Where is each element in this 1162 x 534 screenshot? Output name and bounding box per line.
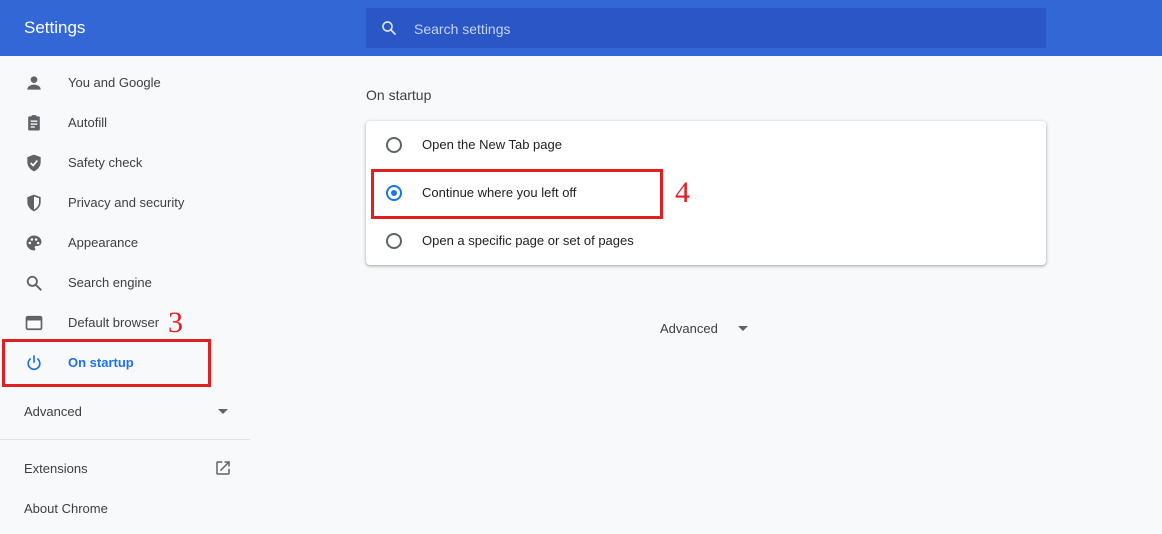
radio-button[interactable] xyxy=(386,233,402,249)
search-input[interactable] xyxy=(412,8,1016,50)
sidebar-advanced-toggle[interactable]: Advanced xyxy=(0,392,250,432)
radio-option-label: Open the New Tab page xyxy=(422,137,562,152)
sidebar-about-label: About Chrome xyxy=(24,501,108,516)
annotation-box-step-4 xyxy=(371,169,663,219)
sidebar-item-safety-check[interactable]: Safety check xyxy=(0,143,250,183)
sidebar-about-chrome[interactable]: About Chrome xyxy=(0,488,250,528)
advanced-label: Advanced xyxy=(660,321,718,336)
top-toolbar: Settings xyxy=(0,0,1162,56)
sidebar-extensions-link[interactable]: Extensions xyxy=(0,448,250,488)
app-title: Settings xyxy=(24,18,86,37)
sidebar-item-label: Autofill xyxy=(68,115,108,130)
radio-option-label: Open a specific page or set of pages xyxy=(422,233,634,248)
sidebar-extensions-label: Extensions xyxy=(24,461,88,476)
person-icon xyxy=(27,76,41,90)
search-icon xyxy=(26,275,42,291)
annotation-box-step-3 xyxy=(2,339,211,387)
shield-check-icon xyxy=(27,154,41,172)
sidebar-item-autofill[interactable]: Autofill xyxy=(0,103,250,143)
sidebar-item-label: Search engine xyxy=(68,275,152,290)
sidebar-item-label: You and Google xyxy=(68,75,161,90)
sidebar-divider xyxy=(0,439,250,440)
chevron-down-icon xyxy=(738,326,748,331)
clipboard-icon xyxy=(28,115,40,131)
browser-icon xyxy=(25,315,43,331)
sidebar-item-label: Safety check xyxy=(68,155,143,170)
annotation-number-3: 3 xyxy=(168,306,183,339)
palette-icon xyxy=(26,235,42,251)
advanced-toggle[interactable]: Advanced xyxy=(640,316,780,344)
section-title: On startup xyxy=(366,87,432,103)
chevron-down-icon xyxy=(218,409,228,414)
open-in-new-icon xyxy=(216,461,230,475)
sidebar-advanced-label: Advanced xyxy=(24,404,82,419)
radio-option-specific-pages[interactable]: Open a specific page or set of pages xyxy=(366,217,1046,265)
radio-option-new-tab[interactable]: Open the New Tab page xyxy=(366,121,1046,169)
search-box[interactable] xyxy=(366,8,1046,50)
sidebar-item-privacy[interactable]: Privacy and security xyxy=(0,183,250,223)
radio-button[interactable] xyxy=(386,137,402,153)
sidebar-item-appearance[interactable]: Appearance xyxy=(0,223,250,263)
sidebar-item-default-browser[interactable]: Default browser xyxy=(0,303,250,343)
sidebar-item-search-engine[interactable]: Search engine xyxy=(0,263,250,303)
sidebar: You and Google Autofill Safety check Pri… xyxy=(0,56,250,534)
shield-icon xyxy=(27,194,41,212)
search-icon xyxy=(382,21,396,35)
sidebar-item-label: Appearance xyxy=(68,235,139,250)
sidebar-item-label: Default browser xyxy=(68,315,160,330)
annotation-number-4: 4 xyxy=(675,176,690,209)
sidebar-item-you-and-google[interactable]: You and Google xyxy=(0,63,250,103)
sidebar-item-label: Privacy and security xyxy=(68,195,185,210)
